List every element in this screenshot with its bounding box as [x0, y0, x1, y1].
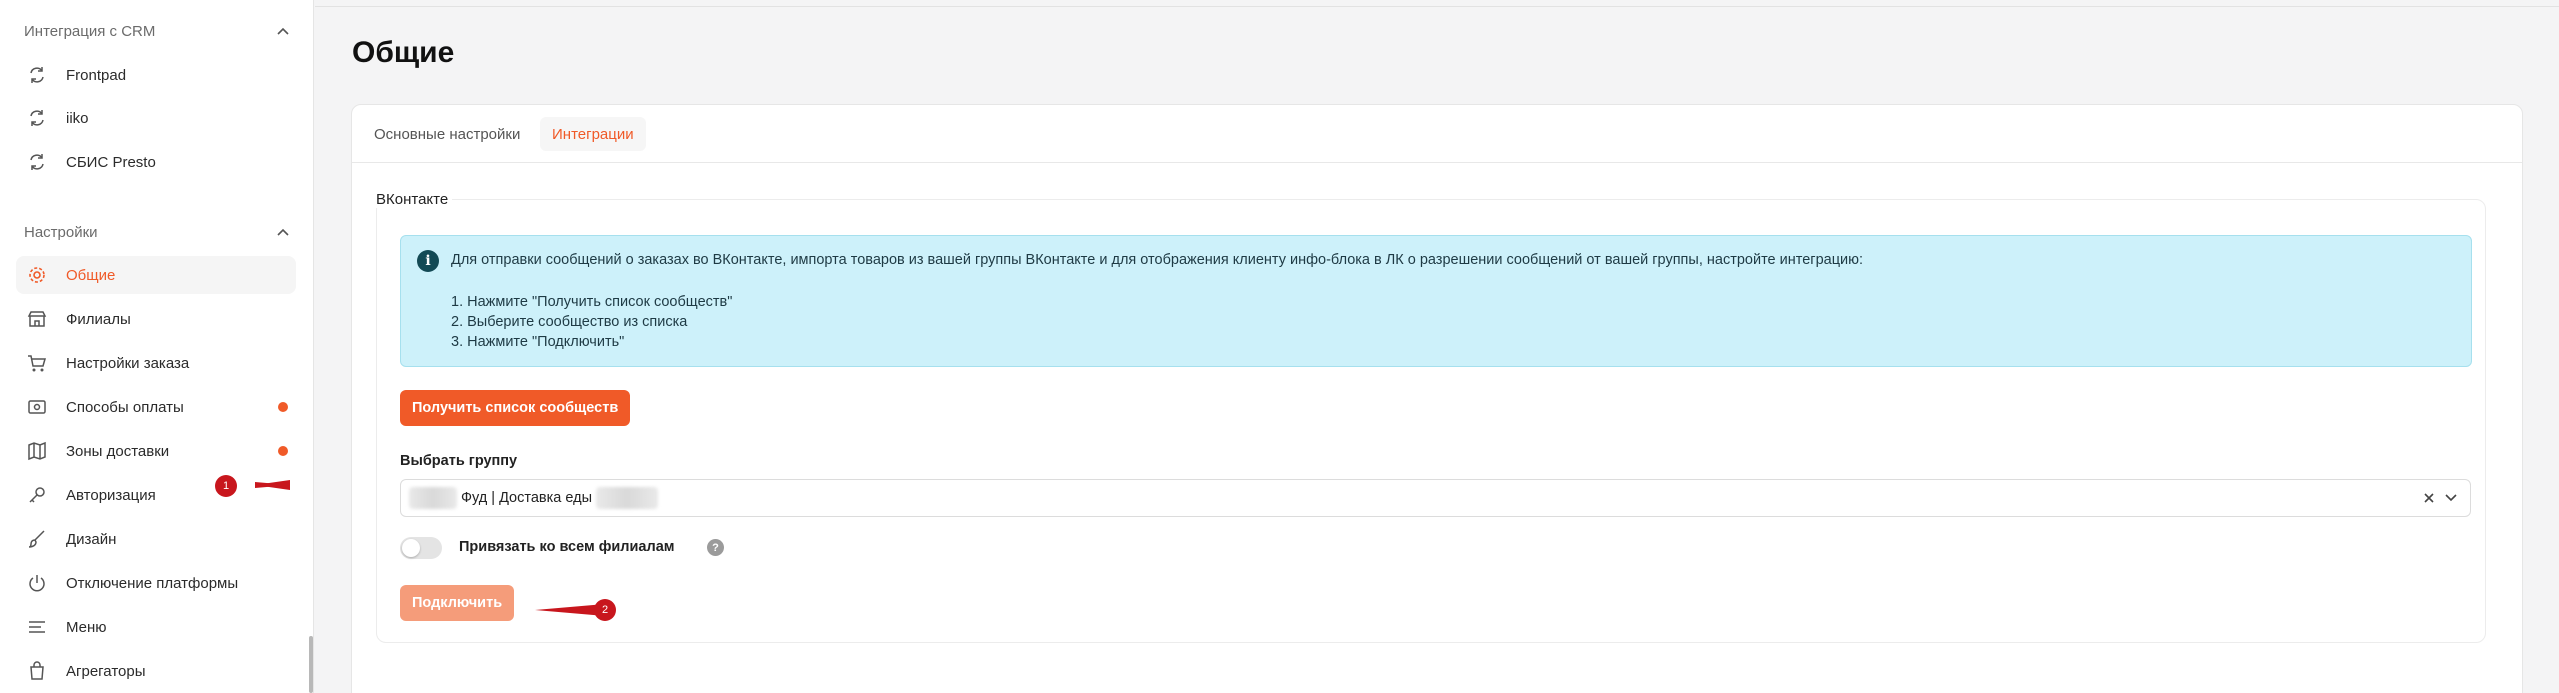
section-crm-header[interactable]: Интеграция с CRM	[24, 19, 290, 43]
sidebar-item-frontpad[interactable]: Frontpad	[16, 56, 296, 94]
sidebar-item-label: Отключение платформы	[66, 574, 239, 592]
cart-icon	[26, 352, 48, 374]
brush-icon	[26, 528, 48, 550]
steps-list: 1. Нажмите "Получить список сообществ" 2…	[451, 292, 732, 352]
section-settings-header[interactable]: Настройки	[24, 220, 290, 244]
get-communities-button[interactable]: Получить список сообществ	[400, 390, 631, 426]
redacted-text	[596, 487, 659, 509]
tab-main-settings[interactable]: Основные настройки	[362, 117, 532, 151]
step-item: 2. Выберите сообщество из списка	[451, 314, 688, 330]
sidebar-item-platform-disable[interactable]: Отключение платформы	[16, 564, 296, 602]
sidebar-item-label: Авторизация	[66, 486, 156, 504]
step-item: 3. Нажмите "Подключить"	[451, 334, 625, 350]
sidebar-item-label: Филиалы	[66, 310, 131, 328]
vk-legend: ВКонтакте	[376, 191, 453, 208]
sidebar-item-iiko[interactable]: iiko	[16, 99, 296, 137]
payment-icon	[26, 396, 48, 418]
menu-icon	[26, 616, 48, 638]
sidebar-item-label: Меню	[66, 618, 107, 636]
info-alert: i Для отправки сообщений о заказах во ВК…	[400, 235, 2472, 367]
notification-dot	[278, 402, 288, 412]
sidebar-item-payment-methods[interactable]: Способы оплаты	[16, 388, 296, 426]
clear-icon[interactable]	[2420, 489, 2438, 507]
sidebar-item-label: Способы оплаты	[66, 398, 184, 416]
sidebar-item-general[interactable]: Общие	[16, 256, 296, 294]
bind-all-branches-toggle[interactable]	[400, 537, 442, 559]
annotation-marker-2: 2	[594, 599, 616, 621]
bind-all-branches-label: Привязать ко всем филиалам	[459, 539, 675, 555]
chevron-up-icon	[276, 225, 290, 239]
sidebar-item-aggregators[interactable]: Агрегаторы	[16, 652, 296, 690]
top-divider	[315, 6, 2559, 7]
info-icon: i	[417, 250, 439, 272]
sidebar-item-sbis-presto[interactable]: СБИС Presto	[16, 143, 296, 181]
help-icon[interactable]: ?	[707, 539, 724, 556]
sidebar-item-label: iiko	[66, 109, 89, 127]
sync-icon	[26, 64, 48, 86]
notification-dot	[278, 446, 288, 456]
sidebar-item-order-settings[interactable]: Настройки заказа	[16, 344, 296, 382]
connect-button[interactable]: Подключить	[400, 585, 515, 621]
sidebar-item-label: Зоны доставки	[66, 442, 170, 460]
chevron-up-icon	[276, 24, 290, 38]
step-item: 1. Нажмите "Получить список сообществ"	[451, 294, 733, 310]
sidebar-scrollbar-thumb[interactable]	[309, 636, 313, 693]
group-select[interactable]: Фуд | Доставка еды	[400, 479, 2471, 517]
sidebar-item-design[interactable]: Дизайн	[16, 520, 296, 558]
tabs: Основные настройки Интеграции	[352, 105, 2522, 163]
power-icon	[26, 572, 48, 594]
tab-integrations[interactable]: Интеграции	[540, 117, 646, 151]
page-title: Общие	[352, 36, 455, 69]
sidebar-item-branches[interactable]: Филиалы	[16, 300, 296, 338]
store-icon	[26, 308, 48, 330]
main-content: Общие Основные настройки Интеграции ВКон…	[215, 0, 2559, 693]
sidebar: Интеграция с CRM Frontpad iiko СБИС Pres…	[0, 0, 314, 693]
sync-icon	[26, 151, 48, 173]
map-icon	[26, 440, 48, 462]
sidebar-item-label: Frontpad	[66, 66, 127, 84]
sidebar-item-menu[interactable]: Меню	[16, 608, 296, 646]
sync-icon	[26, 107, 48, 129]
chevron-down-icon[interactable]	[2442, 489, 2460, 507]
sidebar-item-delivery-zones[interactable]: Зоны доставки	[16, 432, 296, 470]
group-select-value: Фуд | Доставка еды	[461, 490, 593, 506]
bag-icon	[26, 660, 48, 682]
sidebar-item-label: Дизайн	[66, 530, 117, 548]
section-settings-title: Настройки	[24, 223, 98, 241]
sidebar-scrollbar[interactable]	[309, 0, 313, 693]
key-icon	[26, 484, 48, 506]
sidebar-item-label: Агрегаторы	[66, 662, 146, 680]
annotation-marker-1: 1	[215, 475, 237, 497]
gear-icon	[26, 264, 48, 286]
toggle-knob	[402, 539, 420, 557]
redacted-text	[409, 487, 457, 509]
info-text: Для отправки сообщений о заказах во ВКон…	[451, 252, 1864, 268]
group-label: Выбрать группу	[400, 453, 518, 469]
settings-card: Основные настройки Интеграции ВКонтакте …	[351, 104, 2523, 693]
sidebar-item-label: Настройки заказа	[66, 354, 190, 372]
section-crm-title: Интеграция с CRM	[24, 22, 156, 40]
sidebar-item-label: СБИС Presto	[66, 153, 156, 171]
sidebar-item-label: Общие	[66, 266, 116, 284]
